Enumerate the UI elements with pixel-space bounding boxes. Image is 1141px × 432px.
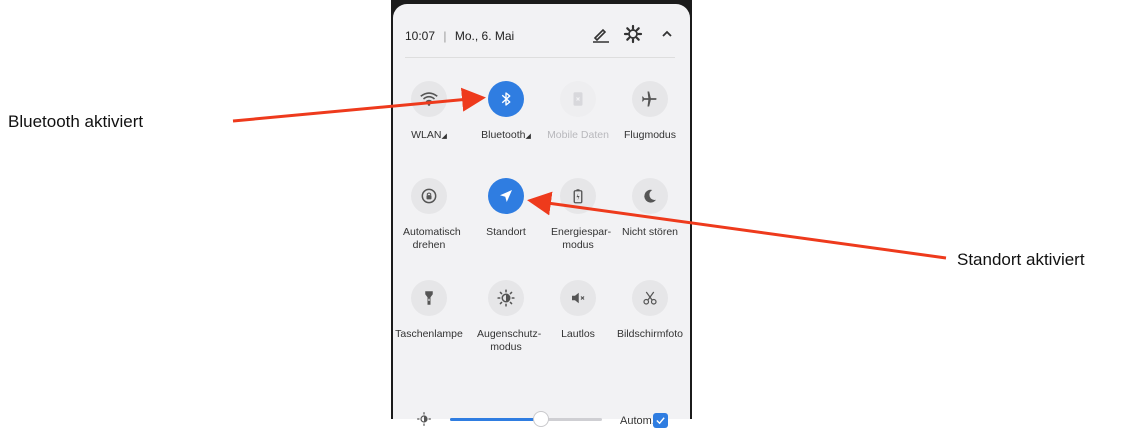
- annotation-arrows: [232, 87, 947, 260]
- bluetooth-arrow: [232, 87, 486, 123]
- location-arrow: [527, 191, 947, 260]
